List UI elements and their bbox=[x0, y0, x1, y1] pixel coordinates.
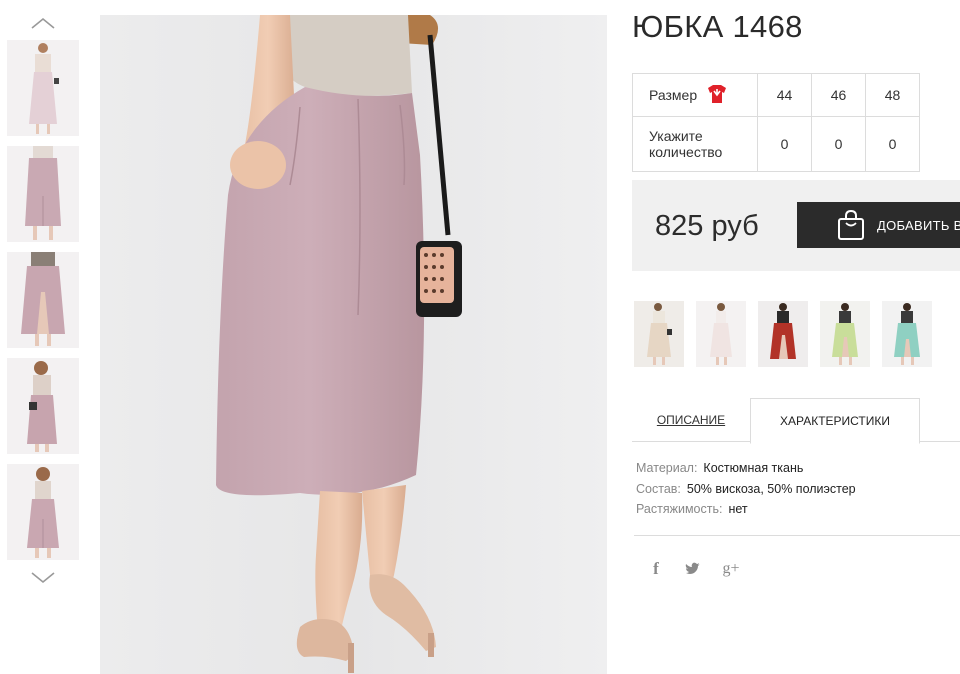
spec-key: Материал: bbox=[636, 461, 698, 475]
quantity-label-cell: Укажите количество bbox=[632, 116, 758, 172]
twitter-icon[interactable] bbox=[682, 558, 704, 580]
quantity-input-46[interactable]: 0 bbox=[811, 116, 866, 172]
spec-value: нет bbox=[728, 502, 748, 516]
color-variant-beige[interactable] bbox=[634, 301, 684, 367]
thumbnail-1[interactable] bbox=[7, 40, 79, 136]
quantity-input-48[interactable]: 0 bbox=[865, 116, 920, 172]
tab-characteristics[interactable]: ХАРАКТЕРИСТИКИ bbox=[750, 398, 920, 444]
color-variant-light-green[interactable] bbox=[820, 301, 870, 367]
main-product-image bbox=[100, 15, 607, 674]
thumbnail-3[interactable] bbox=[7, 252, 79, 348]
thumbnails-up-arrow-icon[interactable] bbox=[30, 16, 56, 30]
size-label-cell: Размер bbox=[632, 73, 758, 117]
product-title: ЮБКА 1468 bbox=[632, 9, 803, 44]
size-quantity-table: Размер 44 46 48 Укажите количество 0 0 0 bbox=[632, 73, 920, 172]
product-price: 825 руб bbox=[655, 210, 759, 242]
add-to-cart-label: ДОБАВИТЬ В bbox=[877, 218, 960, 233]
spec-key: Растяжимость: bbox=[636, 502, 723, 516]
google-plus-icon[interactable]: g+ bbox=[720, 558, 742, 580]
size-chart-icon[interactable] bbox=[707, 84, 727, 106]
thumbnail-2[interactable] bbox=[7, 146, 79, 242]
spec-row-composition: Состав: 50% вискоза, 50% полиэстер bbox=[636, 482, 856, 496]
size-option-46[interactable]: 46 bbox=[811, 73, 866, 117]
spec-row-material: Материал: Костюмная ткань bbox=[636, 461, 803, 475]
thumbnail-5[interactable] bbox=[7, 464, 79, 560]
quantity-label-line2: количество bbox=[649, 144, 723, 160]
spec-key: Состав: bbox=[636, 482, 681, 496]
size-label: Размер bbox=[649, 87, 698, 103]
color-variant-red[interactable] bbox=[758, 301, 808, 367]
size-option-44[interactable]: 44 bbox=[757, 73, 812, 117]
spec-row-stretch: Растяжимость: нет bbox=[636, 502, 748, 516]
facebook-icon[interactable]: f bbox=[645, 558, 667, 580]
add-to-cart-button[interactable]: ДОБАВИТЬ В bbox=[797, 202, 960, 248]
quantity-label-line1: Укажите bbox=[649, 128, 703, 144]
quantity-input-44[interactable]: 0 bbox=[757, 116, 812, 172]
thumbnail-4[interactable] bbox=[7, 358, 79, 454]
tab-description[interactable]: ОПИСАНИЕ bbox=[632, 398, 750, 442]
color-variant-light-pink[interactable] bbox=[696, 301, 746, 367]
shopping-bag-icon bbox=[837, 209, 865, 246]
price-panel: 825 руб ДОБАВИТЬ В bbox=[632, 180, 960, 271]
size-option-48[interactable]: 48 bbox=[865, 73, 920, 117]
thumbnails-down-arrow-icon[interactable] bbox=[30, 571, 56, 585]
spec-value: Костюмная ткань bbox=[703, 461, 804, 475]
spec-value: 50% вискоза, 50% полиэстер bbox=[686, 482, 856, 496]
social-divider bbox=[634, 535, 960, 536]
color-variant-mint[interactable] bbox=[882, 301, 932, 367]
